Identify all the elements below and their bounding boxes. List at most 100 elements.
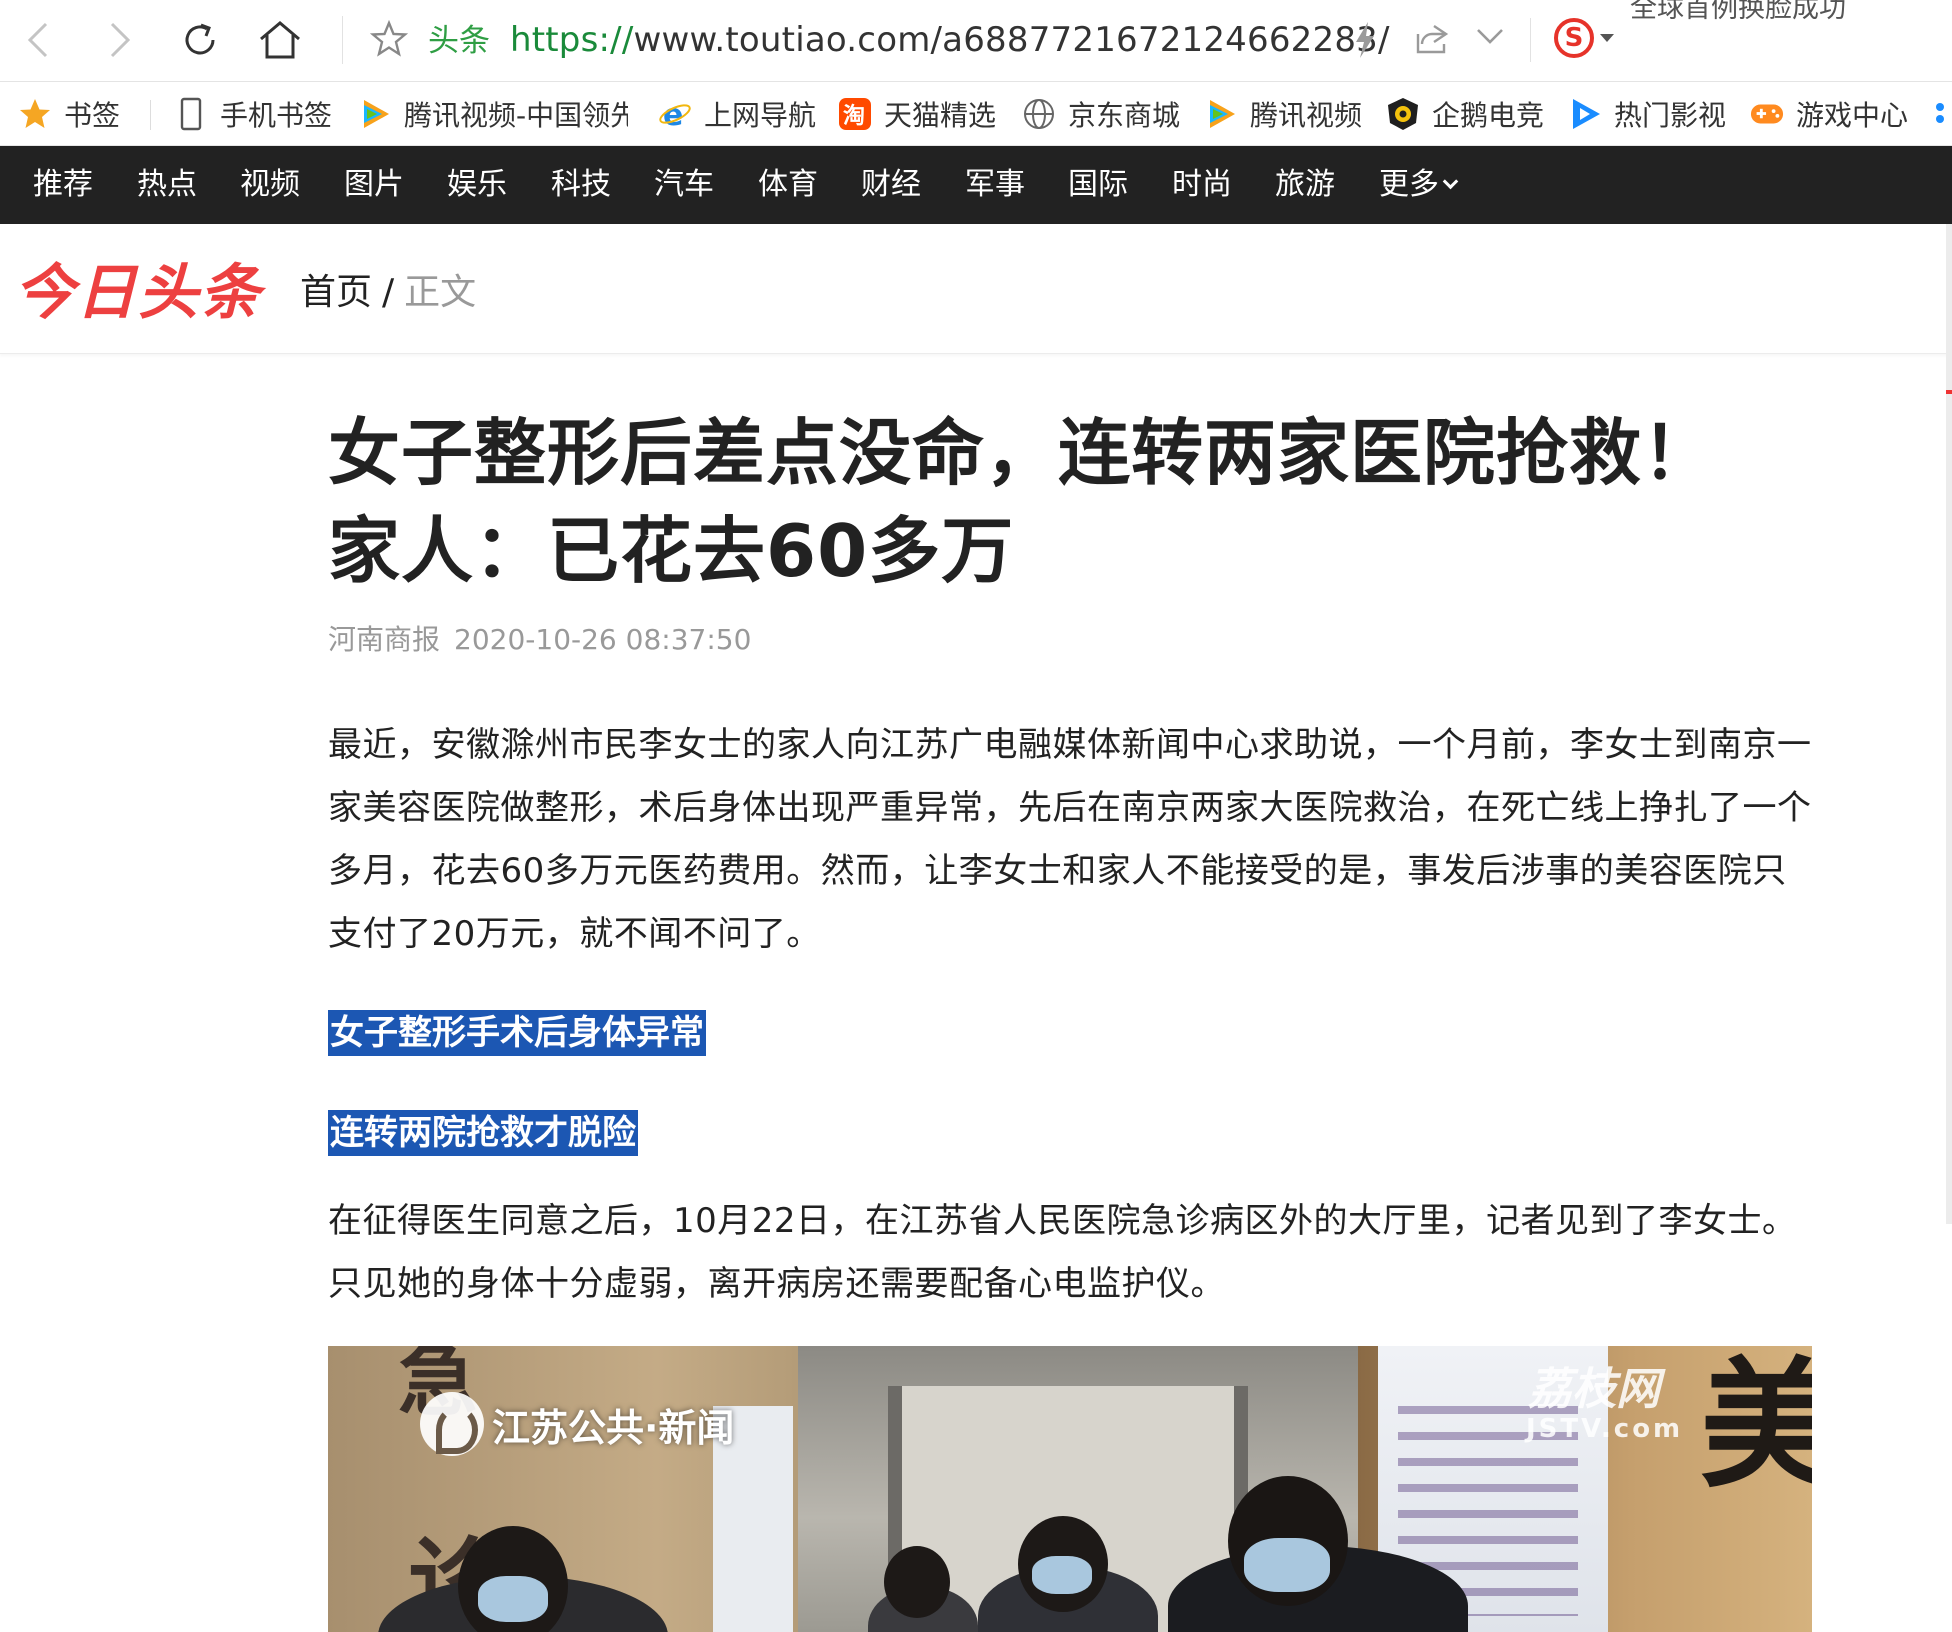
bookmark-divider [150,100,151,130]
svg-text:淘: 淘 [843,103,865,129]
breadcrumb-current: 正文 [404,272,477,313]
watermark-left-text: 江苏公共·新闻 [492,1405,735,1450]
toolbar-divider [342,16,343,64]
phone-icon [174,97,208,131]
tencent-video-icon [358,97,392,131]
scene-face-mask [1032,1556,1092,1594]
bookmark-label: 上网导航 [704,99,817,132]
bookmark-item[interactable]: 游戏中心 [1750,92,1908,136]
nav-item[interactable]: 时尚 [1172,146,1232,224]
forward-button[interactable] [92,12,148,68]
article-paragraph: 在征得医生同意之后，10月22日，在江苏省人民医院急诊病区外的大厅里，记者见到了… [328,1201,1797,1304]
top-hint-text[interactable]: 全球首例换脸成功 [1630,0,1846,25]
svg-text:e: e [663,98,683,131]
nav-item[interactable]: 旅游 [1275,146,1335,224]
highlighted-subheading: 连转两院抢救才脱险 [328,1110,638,1156]
article-source[interactable]: 河南商报 [328,623,440,656]
article: 女子整形后差点没命，连转两家医院抢救！ 家人：已花去60多万 河南商报 2020-… [328,354,1812,1316]
bookmark-label: 腾讯视频-中国领先 [404,99,628,132]
nav-item[interactable]: 视频 [240,146,300,224]
nav-item[interactable]: 财经 [861,146,921,224]
nav-item[interactable]: 热点 [137,146,197,224]
bookmark-label: 企鹅电竞 [1432,99,1545,132]
bookmark-item[interactable]: 淘 天猫精选 [838,92,996,136]
bookmark-item[interactable]: e 上网导航 [658,92,816,136]
bookmark-label: 手机书签 [220,99,333,132]
penguin-esports-icon [1386,97,1420,131]
globe-icon [1022,97,1056,131]
scene-person-head [884,1546,950,1618]
bookmark-overflow-icon[interactable] [1934,92,1952,136]
chevron-down-icon[interactable] [1474,24,1506,52]
bookmark-item[interactable]: 腾讯视频 [1204,92,1362,136]
breadcrumb-home[interactable]: 首页 [300,272,372,313]
url-scheme: https:// [510,20,634,60]
nav-more[interactable]: 更多 [1379,146,1459,224]
breadcrumb-separator: / [382,272,395,313]
nav-item[interactable]: 军事 [965,146,1025,224]
article-meta: 河南商报 2020-10-26 08:37:50 [328,620,1812,660]
sogou-icon[interactable]: S [1554,18,1594,58]
article-title: 女子整形后差点没命，连转两家医院抢救！ 家人：已花去60多万 [328,404,1812,600]
nav-item[interactable]: 推荐 [33,146,93,224]
sogou-menu-caret-icon[interactable] [1600,34,1614,42]
highlighted-subheading: 女子整形手术后身体异常 [328,1010,706,1056]
bookmark-item[interactable]: 热门影视 [1568,92,1726,136]
forward-arrow-icon [110,22,131,58]
nav-more-label: 更多 [1379,167,1439,202]
scene-face-mask [1244,1538,1330,1592]
bookmark-bar: 书签 手机书签 腾讯视频-中国领先 e 上网导航 淘 天猫精选 京东商城 腾讯视… [0,82,1952,146]
back-button[interactable] [10,12,66,68]
nav-item[interactable]: 娱乐 [447,146,507,224]
reload-button[interactable] [172,12,228,68]
scene-face-mask [478,1576,548,1622]
bookmark-item[interactable]: 手机书签 [174,92,332,136]
bookmark-item[interactable]: 京东商城 [1022,92,1180,136]
article-video-frame[interactable]: 急 诊 美 江苏公共·新闻 荔枝网 JSTV.com [328,1346,1812,1632]
bookmark-item[interactable]: 书签 [18,92,120,136]
nav-item[interactable]: 图片 [344,146,404,224]
scene-sign-text: 美 [1700,1346,1812,1508]
reload-icon [185,23,215,55]
home-button[interactable] [252,12,308,68]
url-path: www.toutiao.com/a6887721672124662283/ [633,20,1390,60]
page-scrollbar[interactable] [1946,224,1952,1224]
tencent-video-icon [1204,97,1238,131]
nav-item[interactable]: 国际 [1068,146,1128,224]
breadcrumb: 首页 / 正文 [300,268,476,318]
bookmark-label: 天猫精选 [884,99,997,132]
toutiao-logo[interactable]: 今日头条 [14,258,262,328]
chevron-down-icon [1442,173,1459,190]
bookmark-item[interactable]: 企鹅电竞 [1386,92,1544,136]
play-icon [1568,97,1602,131]
video-watermark-right-sub: JSTV.com [1526,1414,1684,1444]
channel-nav: 推荐 热点 视频 图片 娱乐 科技 汽车 体育 财经 军事 国际 时尚 旅游 更… [0,146,1952,224]
taobao-icon: 淘 [838,97,872,131]
title-line-1: 女子整形后差点没命，连转两家医院抢救！ [328,411,1716,495]
bookmark-label: 游戏中心 [1796,99,1909,132]
address-bar[interactable]: https://www.toutiao.com/a688772167212466… [510,18,1390,62]
toolbar-divider [1530,18,1531,62]
favorite-star-icon[interactable] [369,19,409,62]
ie-icon: e [658,97,692,131]
video-watermark-left: 江苏公共·新闻 [420,1392,734,1456]
star-icon [18,97,52,131]
video-watermark-right: 荔枝网 [1528,1364,1660,1415]
lightning-icon[interactable] [1352,20,1378,64]
share-icon[interactable] [1414,20,1450,60]
browser-toolbar: 头条 https://www.toutiao.com/a688772167212… [0,0,1952,82]
bookmark-label: 热门影视 [1614,99,1727,132]
back-arrow-icon [27,22,48,58]
bookmark-label: 京东商城 [1068,99,1181,132]
jiangsu-public-logo-icon [420,1392,484,1456]
title-line-2: 家人：已花去60多万 [328,509,1015,593]
nav-item[interactable]: 科技 [551,146,611,224]
site-header: 今日头条 首页 / 正文 [0,224,1952,354]
nav-item[interactable]: 汽车 [654,146,714,224]
bookmark-label: 书签 [64,99,121,132]
bookmark-item[interactable]: 腾讯视频-中国领先 [358,92,628,136]
nav-item[interactable]: 体育 [758,146,818,224]
article-paragraph: 最近，安徽滁州市民李女士的家人向江苏广电融媒体新闻中心求助说，一个月前，李女士到… [328,725,1812,954]
article-time: 2020-10-26 08:37:50 [454,623,752,656]
gamepad-icon [1750,97,1784,131]
